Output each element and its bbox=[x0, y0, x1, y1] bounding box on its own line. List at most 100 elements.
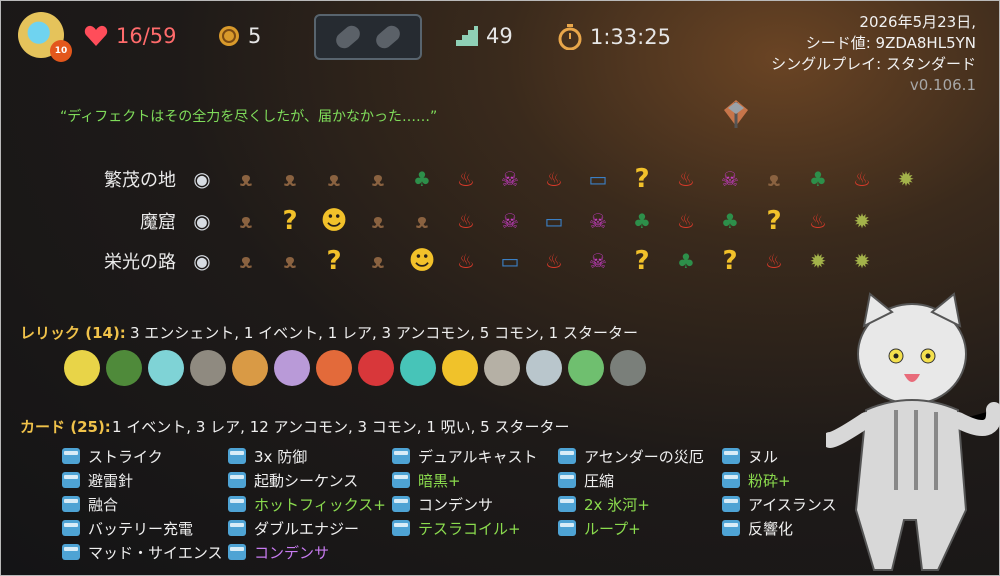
elite-node-icon[interactable]: ♨ bbox=[450, 245, 482, 277]
monster-node-icon[interactable]: ᴥ bbox=[230, 205, 262, 237]
act-label: 繁茂の地 bbox=[104, 170, 176, 191]
flame-crown-icon[interactable] bbox=[316, 350, 352, 386]
flag-icon[interactable] bbox=[568, 350, 604, 386]
ancient-node-icon[interactable]: ◉ bbox=[186, 205, 218, 237]
card-entry[interactable]: 圧縮 bbox=[558, 468, 704, 492]
monster-node-icon[interactable]: ᴥ bbox=[406, 205, 438, 237]
cyan-crystal-icon[interactable] bbox=[148, 350, 184, 386]
card-entry[interactable]: アイスランス bbox=[722, 492, 837, 516]
elite-node-icon[interactable]: ♨ bbox=[846, 163, 878, 195]
potion-slot-empty-icon[interactable] bbox=[332, 22, 364, 52]
monster-node-icon[interactable]: ᴥ bbox=[362, 245, 394, 277]
card-type-icon bbox=[558, 520, 576, 536]
elite-node-icon[interactable]: ♨ bbox=[802, 205, 834, 237]
unknown-node-icon[interactable]: ? bbox=[626, 163, 658, 195]
card-name: 起動シーケンス bbox=[254, 471, 359, 490]
card-name: 圧縮 bbox=[584, 471, 615, 490]
card-name: 反響化 bbox=[748, 519, 794, 538]
potion-slot-empty-icon[interactable] bbox=[372, 22, 404, 52]
event-node-icon[interactable]: ☠ bbox=[494, 205, 526, 237]
card-entry[interactable]: アセンダーの災厄 bbox=[558, 444, 704, 468]
monster-node-icon[interactable]: ᴥ bbox=[230, 163, 262, 195]
yellow-orb-icon[interactable] bbox=[64, 350, 100, 386]
card-entry[interactable]: コンデンサ bbox=[392, 492, 538, 516]
card-entry[interactable]: デュアルキャスト bbox=[392, 444, 538, 468]
card-entry[interactable]: ホットフィックス+ bbox=[228, 492, 386, 516]
top-bar: 10 16/59 5 49 1:33:25 2026年5月23日, シード値: … bbox=[0, 0, 1000, 94]
treasure-chest-node-icon[interactable]: ▭ bbox=[494, 245, 526, 277]
lantern-icon[interactable] bbox=[610, 350, 646, 386]
elite-node-icon[interactable]: ♨ bbox=[758, 245, 790, 277]
elite-node-icon[interactable]: ♨ bbox=[538, 245, 570, 277]
monster-node-icon[interactable]: ᴥ bbox=[318, 163, 350, 195]
event-node-icon[interactable]: ☠ bbox=[714, 163, 746, 195]
boss-node-icon[interactable]: ✹ bbox=[846, 245, 878, 277]
hook-icon[interactable] bbox=[274, 350, 310, 386]
monster-node-icon[interactable]: ᴥ bbox=[230, 245, 262, 277]
card-type-icon bbox=[392, 472, 410, 488]
red-snake-icon[interactable] bbox=[358, 350, 394, 386]
elite-node-icon[interactable]: ♨ bbox=[450, 163, 482, 195]
card-entry[interactable]: バッテリー充電 bbox=[62, 516, 223, 540]
card-entry[interactable]: テスラコイル+ bbox=[392, 516, 538, 540]
card-entry[interactable]: ストライク bbox=[62, 444, 223, 468]
card-name: コンデンサ bbox=[418, 495, 494, 514]
elite-node-icon[interactable]: ♨ bbox=[670, 163, 702, 195]
event-node-icon[interactable]: ☠ bbox=[494, 163, 526, 195]
unknown-event-node-icon[interactable]: ☻ bbox=[406, 245, 438, 277]
rest-site-node-icon[interactable]: ♣ bbox=[714, 205, 746, 237]
sun-icon[interactable] bbox=[442, 350, 478, 386]
treasure-chest-node-icon[interactable]: ▭ bbox=[582, 163, 614, 195]
event-node-icon[interactable]: ☠ bbox=[582, 245, 614, 277]
boss-node-icon[interactable]: ✹ bbox=[802, 245, 834, 277]
card-entry[interactable]: 起動シーケンス bbox=[228, 468, 386, 492]
green-bush-icon[interactable] bbox=[106, 350, 142, 386]
cage-icon[interactable] bbox=[400, 350, 436, 386]
unknown-node-icon[interactable]: ? bbox=[318, 245, 350, 277]
card-entry[interactable]: 2x 氷河+ bbox=[558, 492, 704, 516]
card-entry[interactable]: ループ+ bbox=[558, 516, 704, 540]
unknown-event-node-icon[interactable]: ☻ bbox=[318, 205, 350, 237]
monster-node-icon[interactable]: ᴥ bbox=[362, 205, 394, 237]
unknown-node-icon[interactable]: ? bbox=[758, 205, 790, 237]
act-label: 魔窟 bbox=[140, 212, 176, 233]
elite-node-icon[interactable]: ♨ bbox=[538, 163, 570, 195]
leaves-icon[interactable] bbox=[232, 350, 268, 386]
unknown-node-icon[interactable]: ? bbox=[714, 245, 746, 277]
elite-node-icon[interactable]: ♨ bbox=[670, 205, 702, 237]
card-entry[interactable]: ヌル bbox=[722, 444, 837, 468]
ancient-node-icon[interactable]: ◉ bbox=[186, 163, 218, 195]
candelabra-icon[interactable] bbox=[190, 350, 226, 386]
card-entry[interactable]: ダブルエナジー bbox=[228, 516, 386, 540]
elite-node-icon[interactable]: ♨ bbox=[450, 205, 482, 237]
event-node-icon[interactable]: ☠ bbox=[582, 205, 614, 237]
card-entry[interactable]: 反響化 bbox=[722, 516, 837, 540]
rest-site-node-icon[interactable]: ♣ bbox=[670, 245, 702, 277]
monster-node-icon[interactable]: ᴥ bbox=[274, 163, 306, 195]
unknown-node-icon[interactable]: ? bbox=[274, 205, 306, 237]
card-entry[interactable]: 避雷針 bbox=[62, 468, 223, 492]
card-type-icon bbox=[228, 520, 246, 536]
boss-node-icon[interactable]: ✹ bbox=[846, 205, 878, 237]
rest-site-node-icon[interactable]: ♣ bbox=[626, 205, 658, 237]
treasure-chest-node-icon[interactable]: ▭ bbox=[538, 205, 570, 237]
cat-mascot-icon bbox=[826, 292, 1000, 571]
fan-icon[interactable] bbox=[484, 350, 520, 386]
boss-node-icon[interactable]: ✹ bbox=[890, 163, 922, 195]
card-entry[interactable]: 粉砕+ bbox=[722, 468, 837, 492]
rest-site-node-icon[interactable]: ♣ bbox=[802, 163, 834, 195]
stone-icon[interactable] bbox=[526, 350, 562, 386]
card-entry[interactable]: 3x 防御 bbox=[228, 444, 386, 468]
relics-summary: 3 エンシェント, 1 イベント, 1 レア, 3 アンコモン, 5 コモン, … bbox=[130, 324, 638, 342]
monster-node-icon[interactable]: ᴥ bbox=[274, 245, 306, 277]
ancient-node-icon[interactable]: ◉ bbox=[186, 245, 218, 277]
card-entry[interactable]: 融合 bbox=[62, 492, 223, 516]
unknown-node-icon[interactable]: ? bbox=[626, 245, 658, 277]
card-entry[interactable]: 暗黒+ bbox=[392, 468, 538, 492]
monster-node-icon[interactable]: ᴥ bbox=[758, 163, 790, 195]
rest-site-node-icon[interactable]: ♣ bbox=[406, 163, 438, 195]
monster-node-icon[interactable]: ᴥ bbox=[362, 163, 394, 195]
card-entry[interactable]: マッド・サイエンス bbox=[62, 540, 223, 564]
hp-stat: 16/59 bbox=[84, 24, 177, 48]
card-entry[interactable]: コンデンサ bbox=[228, 540, 386, 564]
